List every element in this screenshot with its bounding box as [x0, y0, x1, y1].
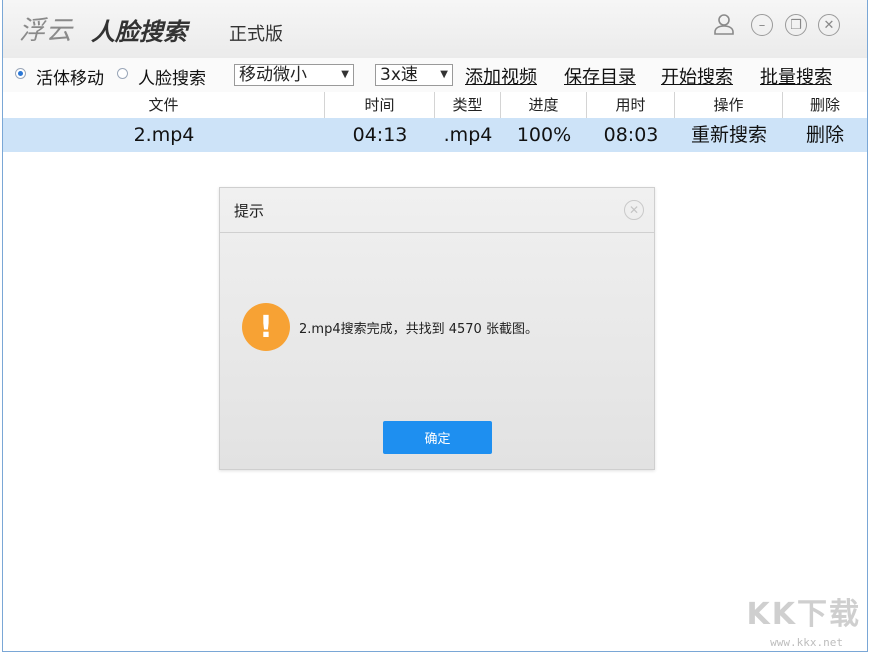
re-search-button[interactable]: 重新搜索 — [675, 118, 783, 152]
dialog-title: 提示 — [234, 200, 264, 221]
column-header-time[interactable]: 时间 — [325, 92, 435, 118]
toolbar: 活体移动 人脸搜索 移动微小 ▼ 3x速 ▼ 添加视频 保存目录 开始搜索 批量… — [3, 58, 867, 93]
close-icon[interactable]: ✕ — [818, 14, 840, 36]
column-header-type[interactable]: 类型 — [435, 92, 501, 118]
add-video-link[interactable]: 添加视频 — [465, 63, 537, 89]
app-title: 人脸搜索 — [91, 12, 187, 47]
watermark-logo: KK下载 — [747, 589, 862, 633]
title-bar[interactable]: 浮云 人脸搜索 正式版 – ❒ ✕ — [3, 0, 867, 59]
restore-icon[interactable]: ❒ — [785, 14, 807, 36]
cell-time: 04:13 — [325, 118, 435, 152]
user-icon[interactable] — [713, 12, 735, 36]
sensitivity-value: 移动微小 — [239, 65, 307, 85]
radio-motion-label[interactable]: 活体移动 — [36, 64, 104, 89]
start-search-link[interactable]: 开始搜索 — [661, 63, 733, 89]
radio-motion[interactable] — [15, 68, 26, 79]
table-header: 文件 时间 类型 进度 用时 操作 删除 — [3, 92, 867, 119]
column-header-progress[interactable]: 进度 — [501, 92, 587, 118]
column-header-delete[interactable]: 删除 — [783, 92, 867, 118]
chevron-down-icon: ▼ — [341, 65, 349, 85]
radio-face[interactable] — [117, 68, 128, 79]
dialog-title-bar[interactable]: 提示 ✕ — [220, 188, 654, 233]
cell-duration: 08:03 — [587, 118, 675, 152]
minimize-icon[interactable]: – — [751, 14, 773, 36]
speed-value: 3x速 — [380, 65, 418, 85]
watermark-url: www.kkx.net — [770, 636, 843, 649]
sensitivity-select[interactable]: 移动微小 ▼ — [234, 64, 354, 86]
warning-icon: ! — [242, 303, 290, 351]
chevron-down-icon: ▼ — [440, 65, 448, 85]
radio-face-label[interactable]: 人脸搜索 — [138, 64, 206, 89]
app-logo: 浮云 — [19, 10, 73, 47]
dialog-message: 2.mp4搜索完成，共找到 4570 张截图。 — [299, 318, 538, 337]
close-icon[interactable]: ✕ — [624, 200, 644, 220]
column-header-action[interactable]: 操作 — [675, 92, 783, 118]
edition-label: 正式版 — [229, 20, 283, 46]
batch-search-link[interactable]: 批量搜索 — [760, 63, 832, 89]
cell-progress: 100% — [501, 118, 587, 152]
delete-button[interactable]: 删除 — [783, 118, 867, 152]
speed-select[interactable]: 3x速 ▼ — [375, 64, 453, 86]
cell-type: .mp4 — [435, 118, 501, 152]
table-row[interactable]: 2.mp4 04:13 .mp4 100% 08:03 重新搜索 删除 — [3, 118, 867, 152]
column-header-duration[interactable]: 用时 — [587, 92, 675, 118]
cell-file: 2.mp4 — [3, 118, 325, 152]
notice-dialog: 提示 ✕ ! 2.mp4搜索完成，共找到 4570 张截图。 确定 — [219, 187, 655, 470]
save-directory-link[interactable]: 保存目录 — [564, 63, 636, 89]
column-header-file[interactable]: 文件 — [3, 92, 325, 118]
ok-button[interactable]: 确定 — [383, 421, 492, 454]
